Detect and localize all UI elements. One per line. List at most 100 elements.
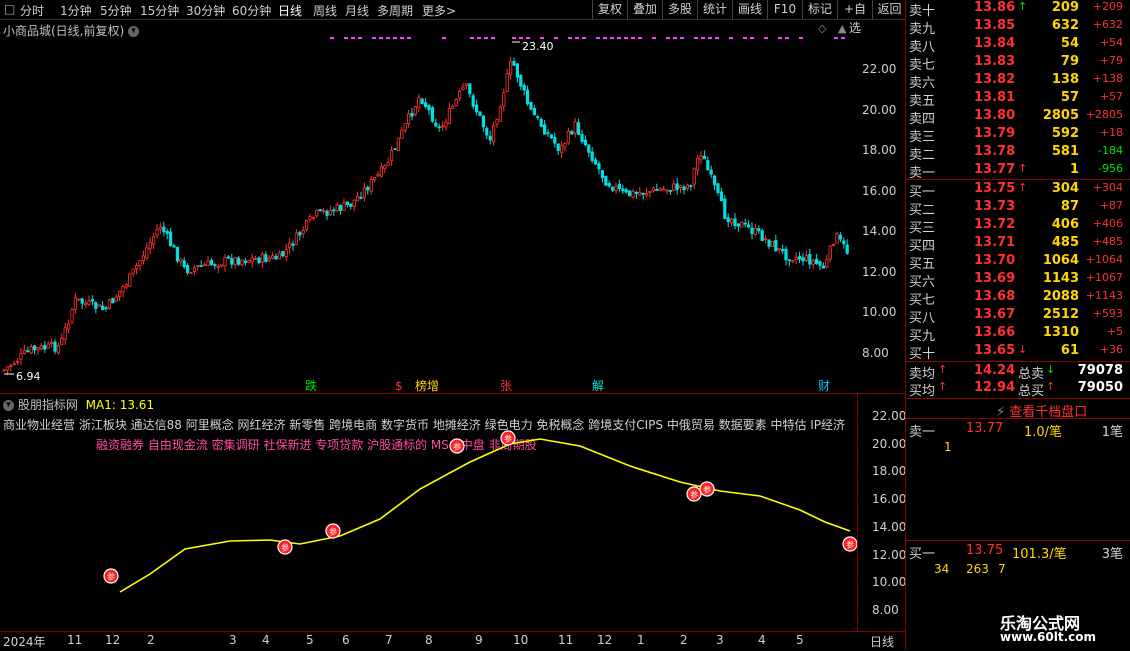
buy-level[interactable]: 买二 13.73 87 +87 [906,199,1130,218]
candle-body [403,123,407,131]
candle-body [338,205,343,211]
tab-period-fenshi[interactable]: 分时 [20,2,44,19]
event-label[interactable]: $ [395,379,403,393]
candle-body [709,169,713,175]
level-label: 卖四 [909,112,936,127]
tab-period-15min[interactable]: 15分钟 [140,2,179,19]
sell-level[interactable]: 卖八 13.84 54 +54 [906,36,1130,55]
level-change: +304 [1092,181,1123,194]
candle-body [260,253,265,263]
buy-level[interactable]: 买十 13.65 ↓ 61 +36 [906,343,1130,362]
event-label[interactable]: 解 [592,379,604,393]
level-volume: 406 [1051,217,1079,232]
statistics-button[interactable]: 统计 [697,0,732,19]
signal-marker[interactable]: 参 [842,536,857,552]
tab-period-1min[interactable]: 1分钟 [60,2,92,19]
sell-level[interactable]: 卖九 13.85 632 +632 [906,18,1130,37]
signal-marker[interactable]: 参 [103,568,119,584]
sell-level[interactable]: 卖三 13.79 592 +18 [906,126,1130,145]
arrow-icon: ↑ [938,363,948,376]
buy-level[interactable]: 买六 13.69 1143 +1067 [906,271,1130,290]
date-tick-label: 3 [229,633,237,647]
candle-body [114,296,118,302]
event-label[interactable]: 张 [500,379,512,393]
tab-period-60min[interactable]: 60分钟 [232,2,271,19]
buy-level[interactable]: 买四 13.71 485 +485 [906,235,1130,254]
candle-body [413,106,418,115]
candle-body [549,134,554,139]
signal-marker[interactable]: 参 [686,486,702,502]
book-divider [906,179,1130,180]
tab-period-monthly[interactable]: 月线 [345,2,369,19]
candle-body [22,350,27,354]
candle-body [804,255,809,261]
diamond-icon[interactable]: ◇ [818,22,827,35]
signal-marker[interactable]: 参 [699,481,715,497]
buy-level[interactable]: 买八 13.67 2512 +593 [906,307,1130,326]
candle-body [335,204,339,212]
buy1-count: 3笔 [1101,547,1123,562]
buy-level[interactable]: 买一 13.75 ↑ 304 +304 [906,181,1130,200]
sell1-price: 13.77 [966,421,1004,436]
event-label[interactable]: 跌 [305,378,317,393]
candle-body [267,257,271,261]
candle-body [396,137,401,152]
period-indicator[interactable]: 日线 [870,633,894,650]
tab-period-daily[interactable]: 日线 [278,2,302,19]
candle-body [291,243,295,246]
caret-icon[interactable]: ▲ [838,22,847,35]
candle-body [474,104,479,113]
level-price: 13.77 [974,162,1016,177]
f10-button[interactable]: F10 [767,0,802,19]
sell-level[interactable]: 卖四 13.80 2805 +2805 [906,108,1130,127]
tab-period-5min[interactable]: 5分钟 [100,2,132,19]
candle-body [179,258,183,262]
sell-level[interactable]: 卖十 13.86 ↑ 209 +209 [906,0,1130,19]
event-label[interactable]: 榜增 [415,378,439,393]
indicator-tick-label: 16.00 [872,492,907,507]
level-price: 13.75 [974,181,1016,196]
tab-period-30min[interactable]: 30分钟 [186,2,225,19]
sell-level[interactable]: 卖六 13.82 138 +138 [906,72,1130,91]
candlestick-chart[interactable]: 23.40 6.94 ◇ ▲ 跌 $ 榜增 张 解 财 [0,20,857,394]
tab-period-more[interactable]: 更多> [422,2,456,19]
fuquan-button[interactable]: 复权 [592,0,627,19]
signal-marker[interactable]: 参 [449,438,465,454]
level-volume: 632 [1051,18,1079,33]
sell-level[interactable]: 卖二 13.78 581 -184 [906,144,1130,163]
signal-dot [673,37,677,39]
sell-level[interactable]: 卖五 13.81 57 +57 [906,90,1130,109]
add-watchlist-button[interactable]: +自选 [837,0,872,35]
signal-marker[interactable]: 参 [277,539,293,555]
candle-body [87,300,91,305]
multi-stock-button[interactable]: 多股 [662,0,697,19]
candle-body [539,118,543,127]
candle-body [138,260,142,266]
back-button[interactable]: 返回 [872,0,906,19]
tab-period-weekly[interactable]: 周线 [313,2,337,19]
candle-body [777,247,781,251]
candle-body [651,187,656,192]
candle-body [168,231,173,247]
candle-body [393,148,397,151]
draw-line-button[interactable]: 画线 [732,0,767,19]
candle-body [611,186,615,191]
sell-level[interactable]: 卖七 13.83 79 +79 [906,54,1130,73]
overlay-button[interactable]: 叠加 [627,0,662,19]
buy-level[interactable]: 买三 13.72 406 +406 [906,217,1130,236]
level-volume: 138 [1051,72,1079,87]
buy-level[interactable]: 买九 13.66 1310 +5 [906,325,1130,344]
signal-marker[interactable]: 参 [500,430,516,446]
buy-level[interactable]: 买七 13.68 2088 +1143 [906,289,1130,308]
mark-button[interactable]: 标记 [802,0,837,19]
indicator-y-axis: 22.00 20.00 18.00 16.00 14.00 12.00 10.00 8.00 [858,394,907,631]
candle-body [420,98,424,104]
buy-level[interactable]: 买五 13.70 1064 +1064 [906,253,1130,272]
signal-marker[interactable]: 参 [325,523,341,539]
sell-level[interactable]: 卖一 13.77 ↑ 1 -956 [906,162,1130,181]
signal-dot [386,37,390,39]
event-label[interactable]: 财 [818,379,830,393]
candle-body [372,177,377,181]
indicator-chart[interactable]: 参参参参参参参参 [0,394,857,631]
tab-period-multi[interactable]: 多周期 [377,2,413,19]
